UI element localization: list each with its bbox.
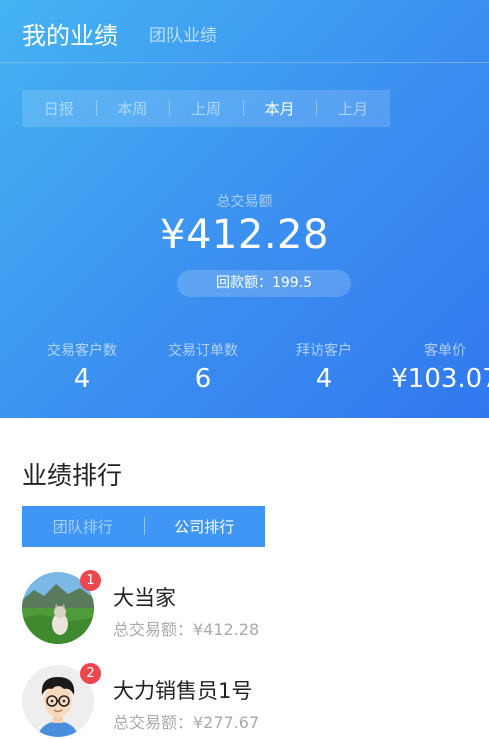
tab-my-performance[interactable]: 我的业绩 [22,16,118,51]
period-selector: 日报 本周 上周 本月 上月 [22,90,390,127]
stat-label: 拜访客户 [296,343,352,359]
period-this-week[interactable]: 本周 [95,98,170,119]
stat-visited-customers: 拜访客户 4 [264,340,384,394]
stat-value: 4 [73,364,91,394]
tab-company-ranking[interactable]: 公司排行 [143,516,266,537]
rank-badge: 1 [80,570,101,591]
stat-label: 交易订单数 [168,343,238,359]
period-last-week[interactable]: 上周 [169,98,243,119]
period-this-month[interactable]: 本月 [242,98,317,119]
ranking-tabs: 团队排行 公司排行 [22,506,265,547]
stat-trade-customers: 交易客户数 4 [22,340,142,394]
total-amount-label: 总交易额 [216,194,273,210]
stat-label: 交易客户数 [47,343,117,359]
stat-value: 4 [315,364,333,394]
ranking-amount: 总交易额：¥412.28 [113,620,260,639]
ranking-name: 大当家 [113,586,176,610]
tab-team-ranking[interactable]: 团队排行 [22,516,144,537]
period-daily[interactable]: 日报 [22,98,96,119]
stat-value: ¥103.07 [391,364,489,394]
total-amount-value: ¥412.28 [160,212,329,258]
ranking-name: 大力销售员1号 [113,679,253,703]
ranking-item[interactable]: 2 大力销售员1号 总交易额：¥277.67 [22,663,482,737]
tab-team-performance[interactable]: 团队业绩 [149,21,217,46]
stat-avg-order-value: 客单价 ¥103.07 [385,340,489,394]
ranking-title: 业绩排行 [22,461,123,490]
stat-trade-orders: 交易订单数 6 [143,340,263,394]
ranking-item[interactable]: 1 大当家 总交易额：¥412.28 [22,570,482,644]
stat-label: 客单价 [424,343,466,359]
top-tab-bar: 我的业绩 团队业绩 [0,0,489,63]
performance-hero: 我的业绩 团队业绩 日报 本周 上周 本月 上月 总交易额 ¥412.28 回款… [0,0,489,418]
period-last-month[interactable]: 上月 [316,98,390,119]
stat-value: 6 [194,364,212,394]
rank-badge: 2 [80,663,101,684]
refund-amount-pill: 回款额：199.5 [177,270,351,297]
ranking-amount: 总交易额：¥277.67 [113,713,260,732]
